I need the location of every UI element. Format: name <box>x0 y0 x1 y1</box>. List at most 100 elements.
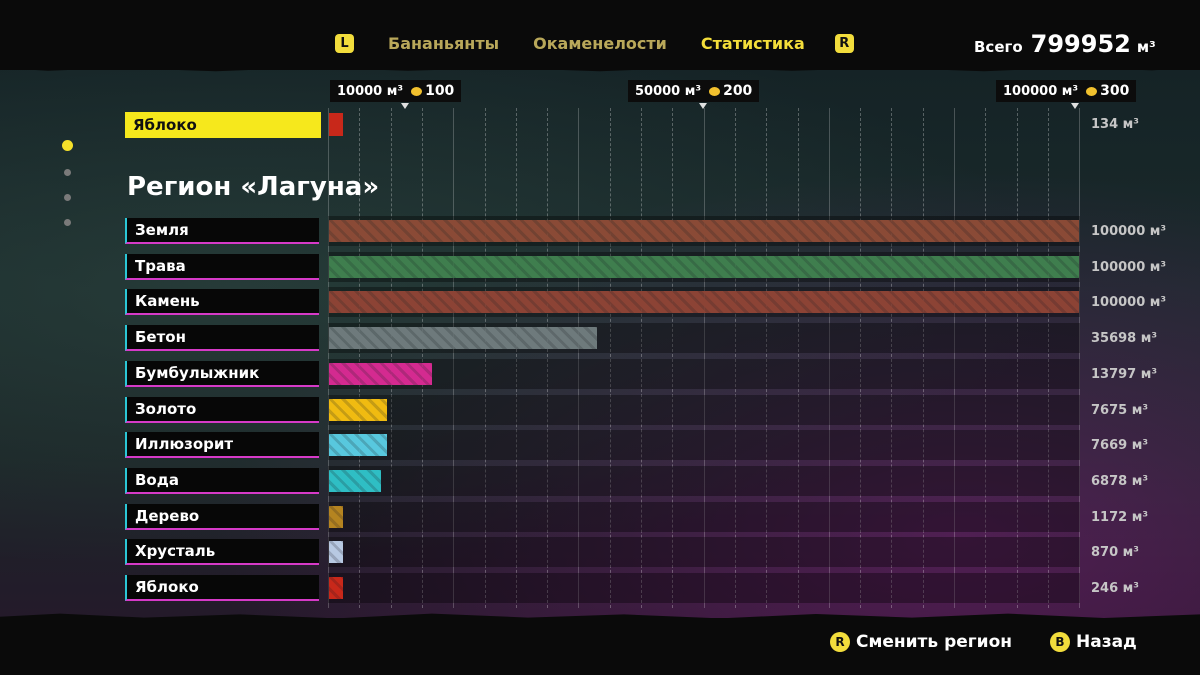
milestone-marker-2: 50000 м³ 200 <box>628 80 760 102</box>
page-dot[interactable] <box>64 169 71 176</box>
coin-icon <box>1086 86 1098 96</box>
grid-line <box>453 108 454 608</box>
grid-line <box>766 108 767 608</box>
resource-bar <box>329 256 1079 278</box>
total-value: 799952 <box>1030 30 1131 58</box>
resource-label[interactable]: Трава <box>125 254 319 280</box>
milestone-volume: 50000 м³ <box>635 83 702 99</box>
total-volume: Всего 799952 м³ <box>974 30 1156 58</box>
resource-bar <box>329 434 387 456</box>
grid-line <box>954 108 955 608</box>
resource-label[interactable]: Золото <box>125 397 319 423</box>
grid-line <box>735 108 736 608</box>
resource-label[interactable]: Камень <box>125 289 319 315</box>
resource-bar <box>329 577 343 599</box>
back-button[interactable]: B Назад <box>1050 632 1137 652</box>
grid-line <box>391 108 392 608</box>
resource-value: 13797 м³ <box>1091 367 1158 382</box>
tab-bar: L Бананьянты Окаменелости Статистика R <box>335 32 854 54</box>
resource-value: 100000 м³ <box>1091 260 1167 275</box>
resource-label[interactable]: Бумбулыжник <box>125 361 319 387</box>
resource-value: 35698 м³ <box>1091 331 1158 346</box>
milestone-marker-3: 100000 м³ 300 <box>996 80 1137 102</box>
grid-line <box>516 108 517 608</box>
milestone-marker-1: 10000 м³ 100 <box>330 80 462 102</box>
tab-fossils[interactable]: Окаменелости <box>533 34 667 53</box>
resource-bar <box>329 363 433 385</box>
grid-line <box>641 108 642 608</box>
tab-bananyants[interactable]: Бананьянты <box>388 34 499 53</box>
grid-line <box>485 108 486 608</box>
resource-bar <box>329 327 597 349</box>
page-dot[interactable] <box>64 194 71 201</box>
resource-label[interactable]: Земля <box>125 218 319 244</box>
resource-label[interactable]: Хрусталь <box>125 539 319 565</box>
row-band <box>328 395 1080 425</box>
resource-value: 870 м³ <box>1091 545 1139 560</box>
region-title: Регион «Лагуна» <box>127 172 380 202</box>
bottom-bar <box>0 618 1200 675</box>
page-indicator <box>62 140 73 244</box>
resource-value: 100000 м³ <box>1091 295 1167 310</box>
r-button-icon[interactable]: R <box>834 33 854 53</box>
milestone-price: 200 <box>723 83 753 99</box>
coin-icon <box>709 86 721 96</box>
b-button-icon: B <box>1050 632 1070 652</box>
grid-line <box>704 108 705 608</box>
tab-statistics[interactable]: Статистика <box>701 34 805 53</box>
row-band <box>328 430 1080 460</box>
selected-item-label[interactable]: Яблоко <box>125 112 321 138</box>
resource-bar <box>329 291 1079 313</box>
resource-label[interactable]: Бетон <box>125 325 319 351</box>
grid-line <box>547 108 548 608</box>
resource-bar <box>329 470 381 492</box>
resource-value: 100000 м³ <box>1091 224 1167 239</box>
grid-line <box>891 108 892 608</box>
resource-bar <box>329 220 1079 242</box>
grid-line <box>672 108 673 608</box>
grid-line <box>798 108 799 608</box>
grid-line <box>1017 108 1018 608</box>
grid-line <box>1079 108 1080 608</box>
milestone-volume: 10000 м³ <box>337 83 404 99</box>
resource-bar <box>329 541 343 563</box>
resource-label[interactable]: Иллюзорит <box>125 432 319 458</box>
row-band <box>328 537 1080 567</box>
resource-value: 246 м³ <box>1091 581 1139 596</box>
row-band <box>328 573 1080 603</box>
coin-icon <box>411 86 423 96</box>
grid-line <box>923 108 924 608</box>
milestone-price: 100 <box>425 83 455 99</box>
row-band <box>328 502 1080 532</box>
grid-line <box>829 108 830 608</box>
page-dot-active[interactable] <box>62 140 73 151</box>
grid-line <box>1048 108 1049 608</box>
total-label: Всего <box>974 38 1023 56</box>
resource-value: 6878 м³ <box>1091 474 1149 489</box>
grid-line <box>860 108 861 608</box>
grid-line <box>422 108 423 608</box>
change-region-label: Сменить регион <box>856 632 1012 652</box>
l-button-icon[interactable]: L <box>335 33 354 53</box>
resource-value: 1172 м³ <box>1091 510 1149 525</box>
grid-line <box>610 108 611 608</box>
grid-line <box>985 108 986 608</box>
row-band <box>328 466 1080 496</box>
resource-label[interactable]: Дерево <box>125 504 319 530</box>
resource-value: 7675 м³ <box>1091 403 1149 418</box>
row-band <box>328 359 1080 389</box>
grid-line <box>578 108 579 608</box>
page-dot[interactable] <box>64 219 71 226</box>
selected-item-bar <box>329 113 343 136</box>
milestone-price: 300 <box>1100 83 1130 99</box>
resource-value: 7669 м³ <box>1091 438 1149 453</box>
resource-label[interactable]: Яблоко <box>125 575 319 601</box>
resource-bar <box>329 399 387 421</box>
resource-label[interactable]: Вода <box>125 468 319 494</box>
r-stick-icon: R <box>830 632 850 652</box>
back-label: Назад <box>1076 632 1137 652</box>
resource-bar <box>329 506 343 528</box>
change-region-button[interactable]: R Сменить регион <box>830 632 1012 652</box>
chart-grid <box>328 108 1080 608</box>
total-unit: м³ <box>1136 38 1156 56</box>
